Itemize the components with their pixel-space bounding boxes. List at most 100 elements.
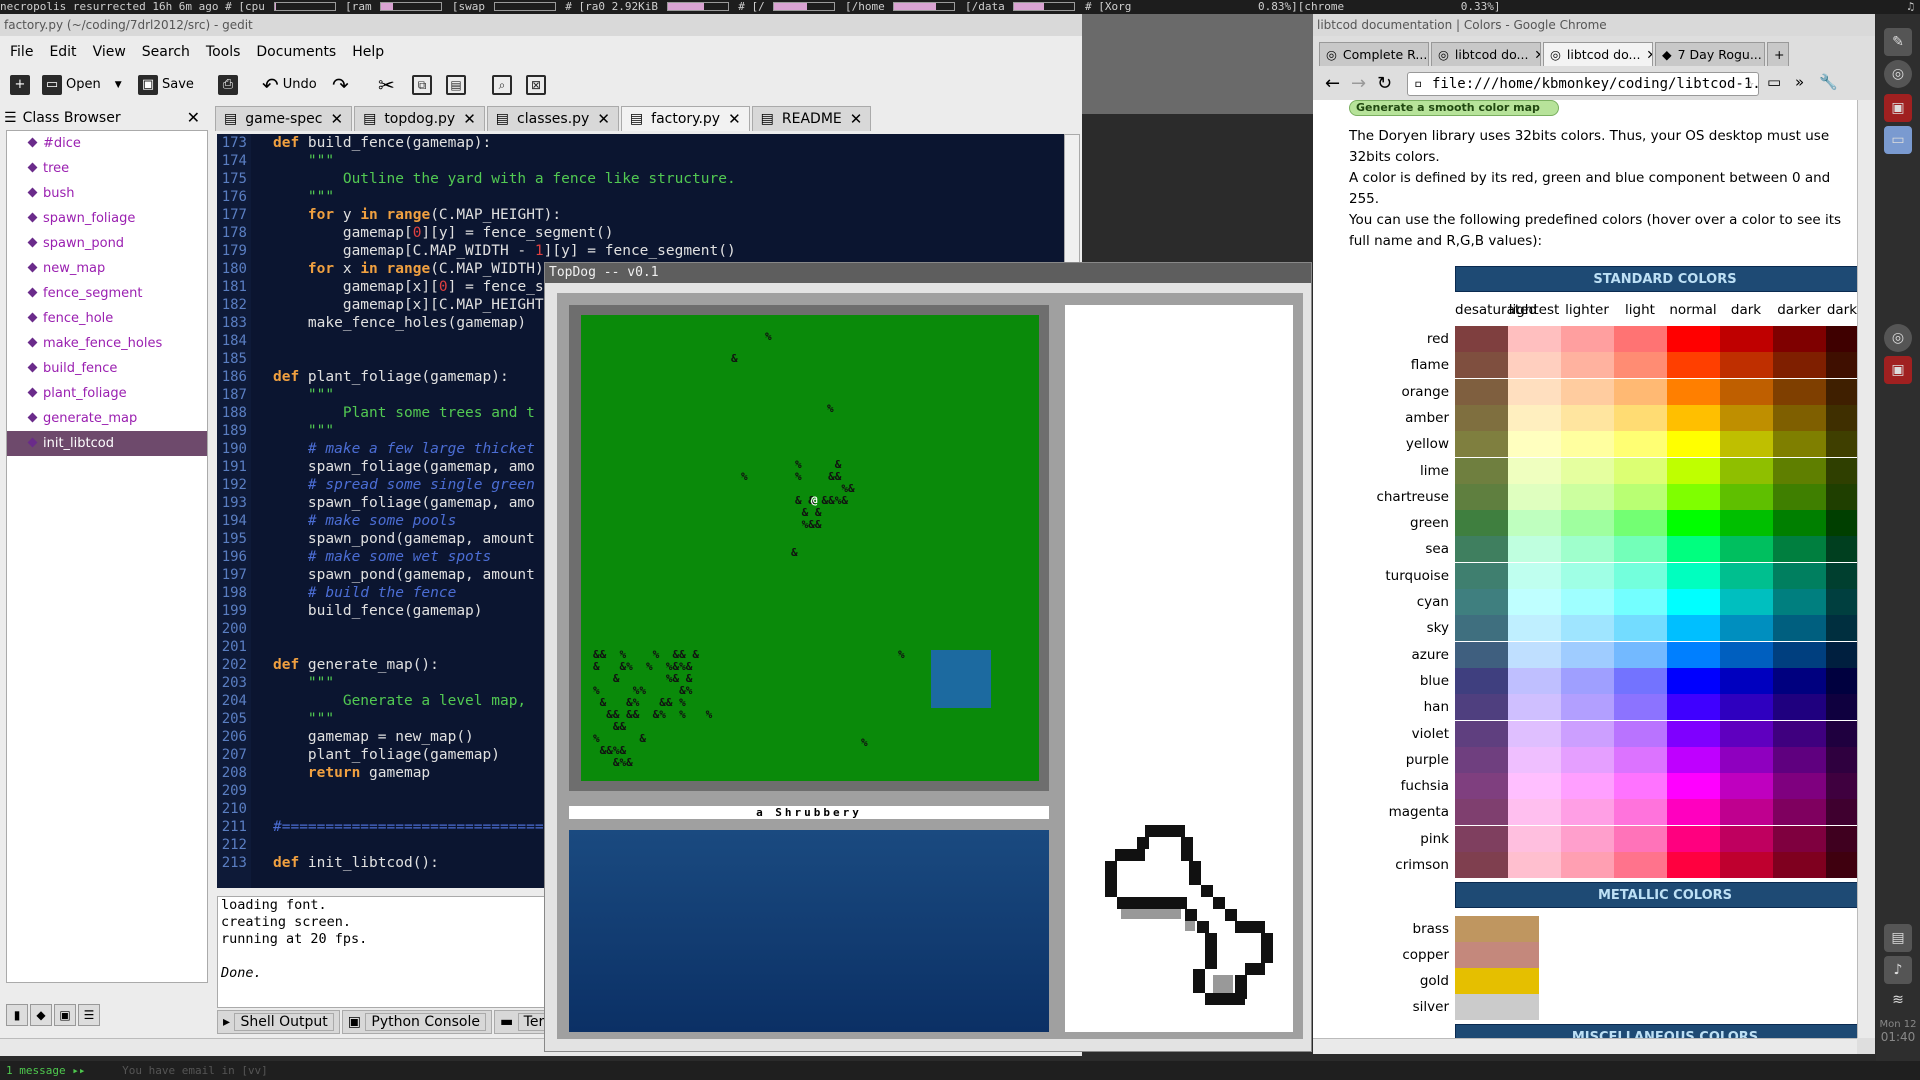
color-swatch[interactable]: [1508, 799, 1561, 826]
color-swatch[interactable]: [1773, 457, 1826, 484]
color-swatch[interactable]: [1455, 852, 1508, 878]
color-swatch[interactable]: [1614, 720, 1667, 747]
color-swatch[interactable]: [1720, 641, 1773, 668]
color-swatch[interactable]: [1773, 431, 1826, 458]
color-swatch[interactable]: [1720, 825, 1773, 852]
color-swatch[interactable]: [1614, 641, 1667, 668]
color-swatch[interactable]: [1561, 667, 1614, 694]
close-icon[interactable]: ✕: [728, 107, 741, 131]
color-swatch[interactable]: [1773, 799, 1826, 826]
color-swatch[interactable]: [1826, 667, 1857, 694]
color-swatch[interactable]: [1773, 404, 1826, 431]
color-swatch[interactable]: [1667, 773, 1720, 800]
color-swatch[interactable]: [1720, 667, 1773, 694]
close-icon[interactable]: ✕: [597, 107, 610, 131]
color-swatch[interactable]: [1508, 536, 1561, 563]
color-swatch[interactable]: [1667, 720, 1720, 747]
color-swatch[interactable]: [1667, 667, 1720, 694]
color-swatch[interactable]: [1455, 694, 1508, 721]
undo-button[interactable]: ↶ Undo: [262, 72, 317, 98]
browser-tab[interactable]: ◎ libtcod do... ✕: [1431, 42, 1541, 66]
color-swatch[interactable]: [1508, 483, 1561, 510]
color-swatch[interactable]: [1667, 589, 1720, 615]
color-swatch[interactable]: [1826, 483, 1857, 510]
color-swatch[interactable]: [1508, 431, 1561, 458]
color-swatch[interactable]: [1614, 746, 1667, 773]
color-swatch[interactable]: [1773, 589, 1826, 615]
color-swatch[interactable]: [1826, 641, 1857, 668]
color-swatch[interactable]: [1720, 326, 1773, 352]
color-swatch[interactable]: [1614, 404, 1667, 431]
color-swatch[interactable]: [1561, 852, 1614, 878]
color-swatch[interactable]: [1561, 615, 1614, 642]
color-swatch[interactable]: [1508, 457, 1561, 484]
window-icon[interactable]: ▭: [1884, 126, 1912, 154]
color-swatch[interactable]: [1667, 641, 1720, 668]
color-swatch[interactable]: [1614, 852, 1667, 878]
color-swatch[interactable]: [1561, 720, 1614, 747]
color-swatch[interactable]: [1561, 431, 1614, 458]
forward-icon[interactable]: →: [1351, 73, 1366, 94]
wifi-icon[interactable]: ≋: [1884, 986, 1912, 1014]
page-scrollbar[interactable]: [1857, 100, 1875, 1038]
class-browser-item[interactable]: plant_foliage: [7, 381, 207, 406]
color-swatch[interactable]: [1508, 852, 1561, 878]
color-swatch[interactable]: [1667, 562, 1720, 589]
color-swatch[interactable]: [1720, 615, 1773, 642]
print-button[interactable]: ⎙: [218, 72, 238, 98]
color-swatch[interactable]: [1561, 641, 1614, 668]
class-browser-item[interactable]: fence_hole: [7, 306, 207, 331]
menu-tools[interactable]: Tools: [196, 40, 247, 64]
color-swatch[interactable]: [1508, 720, 1561, 747]
color-swatch[interactable]: [1826, 510, 1857, 537]
color-swatch[interactable]: [1614, 562, 1667, 589]
color-swatch[interactable]: [1561, 773, 1614, 800]
menu-search[interactable]: Search: [132, 40, 196, 64]
color-swatch[interactable]: [1773, 562, 1826, 589]
menu-documents[interactable]: Documents: [246, 40, 342, 64]
color-swatch[interactable]: [1508, 773, 1561, 800]
tab-readme[interactable]: ▤ README ✕: [751, 106, 872, 131]
color-swatch[interactable]: [1720, 536, 1773, 563]
color-swatch[interactable]: [1667, 615, 1720, 642]
color-swatch[interactable]: [1455, 378, 1508, 405]
color-swatch[interactable]: [1455, 968, 1539, 995]
color-swatch[interactable]: [1773, 694, 1826, 721]
color-swatch[interactable]: [1720, 352, 1773, 379]
close-icon[interactable]: ✕: [850, 107, 863, 131]
color-swatch[interactable]: [1826, 746, 1857, 773]
color-swatch[interactable]: [1561, 562, 1614, 589]
color-swatch[interactable]: [1561, 799, 1614, 826]
browser-tab[interactable]: ◎ libtcod do... ✕: [1543, 42, 1653, 66]
color-swatch[interactable]: [1455, 746, 1508, 773]
tab-shell-output[interactable]: ▸ Shell Output: [217, 1010, 340, 1034]
color-swatch[interactable]: [1614, 536, 1667, 563]
class-browser-item[interactable]: new_map: [7, 256, 207, 281]
color-swatch[interactable]: [1826, 589, 1857, 615]
color-swatch[interactable]: [1455, 799, 1508, 826]
color-swatch[interactable]: [1826, 720, 1857, 747]
color-swatch[interactable]: [1667, 457, 1720, 484]
color-swatch[interactable]: [1614, 326, 1667, 352]
color-swatch[interactable]: [1508, 641, 1561, 668]
color-swatch[interactable]: [1614, 352, 1667, 379]
color-swatch[interactable]: [1455, 510, 1508, 537]
color-swatch[interactable]: [1773, 326, 1826, 352]
color-swatch[interactable]: [1561, 378, 1614, 405]
color-swatch[interactable]: [1773, 720, 1826, 747]
color-swatch[interactable]: [1561, 510, 1614, 537]
color-swatch[interactable]: [1826, 378, 1857, 405]
close-icon[interactable]: ✕: [1646, 43, 1652, 66]
tab-topdog-py[interactable]: ▤ topdog.py ✕: [354, 106, 485, 131]
color-swatch[interactable]: [1508, 562, 1561, 589]
color-swatch[interactable]: [1561, 825, 1614, 852]
find-button[interactable]: ⌕: [492, 72, 512, 98]
color-swatch[interactable]: [1455, 667, 1508, 694]
color-swatch[interactable]: [1561, 404, 1614, 431]
color-swatch[interactable]: [1826, 404, 1857, 431]
class-browser-item[interactable]: bush: [7, 181, 207, 206]
color-swatch[interactable]: [1508, 694, 1561, 721]
color-swatch[interactable]: [1773, 483, 1826, 510]
color-swatch[interactable]: [1720, 483, 1773, 510]
documents-tab-icon[interactable]: ▮: [6, 1004, 28, 1026]
